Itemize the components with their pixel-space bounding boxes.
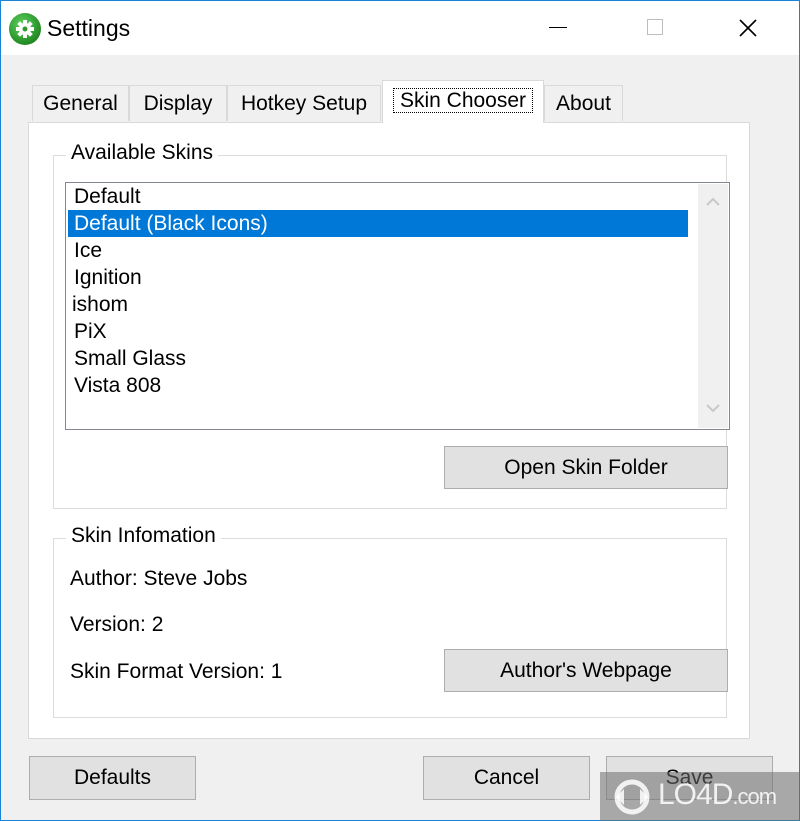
list-item[interactable]: ishom bbox=[68, 291, 688, 318]
close-button[interactable] bbox=[709, 1, 789, 55]
close-icon bbox=[739, 19, 757, 37]
skin-information-legend: Skin Infomation bbox=[66, 524, 221, 548]
skins-listbox[interactable]: Default Default (Black Icons) Ice Igniti… bbox=[65, 182, 730, 430]
skin-information-group: Skin Infomation Author: Steve Jobs Versi… bbox=[53, 524, 728, 718]
list-item[interactable]: Ignition bbox=[68, 264, 688, 291]
skin-chooser-panel: Available Skins Default Default (Black I… bbox=[28, 122, 750, 739]
vertical-scrollbar[interactable] bbox=[698, 184, 728, 428]
gear-icon bbox=[9, 13, 41, 45]
scroll-down-icon[interactable] bbox=[706, 403, 720, 413]
window-title: Settings bbox=[47, 15, 131, 41]
watermark: LO4D.com bbox=[600, 772, 800, 821]
tab-hotkey-setup[interactable]: Hotkey Setup bbox=[227, 85, 381, 121]
author-label: Author: Steve Jobs bbox=[70, 567, 248, 590]
watermark-brand: LO4D bbox=[658, 778, 733, 811]
defaults-button[interactable]: Defaults bbox=[29, 756, 196, 800]
tab-label: General bbox=[43, 92, 118, 115]
tab-skin-chooser[interactable]: Skin Chooser bbox=[382, 80, 544, 123]
title-bar[interactable]: Settings bbox=[1, 1, 799, 55]
list-item[interactable]: Small Glass bbox=[68, 345, 688, 372]
list-item[interactable]: PiX bbox=[68, 318, 688, 345]
minimize-button[interactable] bbox=[519, 1, 599, 55]
format-version-label: Skin Format Version: 1 bbox=[70, 660, 283, 683]
authors-webpage-button[interactable]: Author's Webpage bbox=[444, 649, 728, 692]
available-skins-group: Available Skins Default Default (Black I… bbox=[53, 141, 730, 509]
list-item[interactable]: Vista 808 bbox=[68, 372, 688, 399]
tab-label: Skin Chooser bbox=[392, 88, 534, 113]
version-label: Version: 2 bbox=[70, 613, 164, 636]
maximize-button[interactable] bbox=[613, 1, 693, 55]
tab-general[interactable]: General bbox=[32, 85, 129, 121]
maximize-icon bbox=[647, 19, 663, 35]
tab-label: Hotkey Setup bbox=[240, 92, 368, 115]
settings-window: Settings General Display Hotkey Setup Sk… bbox=[0, 0, 800, 821]
list-item[interactable]: Ice bbox=[68, 237, 688, 264]
available-skins-legend: Available Skins bbox=[66, 141, 219, 165]
scroll-up-icon[interactable] bbox=[706, 197, 720, 207]
watermark-text: LO4D.com bbox=[658, 778, 777, 812]
watermark-suffix: .com bbox=[732, 784, 777, 809]
list-item-selected[interactable]: Default (Black Icons) bbox=[68, 210, 688, 237]
list-item[interactable]: Default bbox=[68, 183, 688, 210]
lo4d-logo-icon bbox=[614, 779, 650, 815]
tab-label: Display bbox=[143, 92, 213, 115]
cancel-button[interactable]: Cancel bbox=[423, 756, 590, 800]
tab-display[interactable]: Display bbox=[129, 85, 227, 121]
open-skin-folder-button[interactable]: Open Skin Folder bbox=[444, 446, 728, 489]
tab-label: About bbox=[556, 92, 611, 115]
tab-about[interactable]: About bbox=[544, 85, 623, 121]
minimize-icon bbox=[549, 27, 567, 28]
